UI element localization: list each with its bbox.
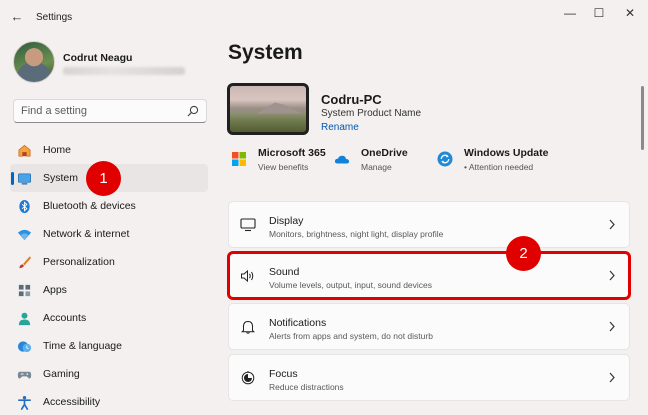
quick-link-subtitle: Manage (361, 162, 392, 172)
settings-card-focus[interactable]: Focus Reduce distractions (228, 354, 630, 401)
active-indicator (11, 172, 14, 185)
focus-icon (241, 371, 255, 385)
annotation-badge-1: 1 (86, 161, 121, 196)
time-language-icon (17, 341, 32, 353)
accessibility-icon (18, 395, 31, 410)
gaming-icon (17, 371, 32, 379)
rename-link[interactable]: Rename (321, 122, 359, 133)
quick-link-windows-update[interactable]: Windows Update • Attention needed (437, 147, 557, 177)
home-icon (18, 144, 31, 157)
user-profile[interactable]: Codrut Neagu (13, 41, 213, 85)
quick-link-title: OneDrive (361, 147, 408, 159)
page-title: System (228, 41, 303, 64)
chevron-right-icon (609, 219, 615, 230)
profile-email-redacted (63, 67, 185, 75)
quick-link-microsoft-365[interactable]: Microsoft 365 View benefits (231, 147, 331, 177)
settings-list: Display Monitors, brightness, night ligh… (227, 201, 631, 405)
sidebar-item-label: Gaming (43, 368, 80, 380)
window-title: Settings (36, 12, 73, 23)
sidebar-item-gaming[interactable]: Gaming (10, 360, 208, 388)
sidebar-item-label: Apps (43, 284, 67, 296)
quick-link-subtitle: View benefits (258, 162, 309, 172)
quick-link-subtitle: • Attention needed (464, 162, 534, 172)
sidebar-item-label: Network & internet (43, 228, 130, 240)
maximize-button[interactable]: ☐ (587, 4, 611, 22)
sidebar-item-apps[interactable]: Apps (10, 276, 208, 304)
sidebar-item-label: System (43, 172, 79, 184)
quick-link-title: Microsoft 365 (258, 147, 326, 159)
sidebar-item-label: Personalization (43, 256, 115, 268)
bell-icon (240, 320, 256, 334)
card-title: Sound (269, 266, 300, 278)
minimize-button[interactable]: — (558, 4, 582, 22)
sidebar-item-time-language[interactable]: Time & language (10, 332, 208, 360)
chevron-right-icon (609, 321, 615, 332)
settings-card-display[interactable]: Display Monitors, brightness, night ligh… (228, 201, 630, 248)
system-icon (18, 173, 31, 185)
quick-link-onedrive[interactable]: OneDrive Manage (334, 147, 434, 177)
device-name: Codru-PC (321, 92, 382, 107)
sidebar-item-label: Time & language (43, 340, 122, 352)
bluetooth-icon (19, 199, 30, 214)
close-button[interactable]: ✕ (618, 4, 642, 22)
chevron-right-icon (609, 372, 615, 383)
avatar (13, 41, 55, 83)
onedrive-icon (334, 155, 350, 164)
sound-icon (241, 269, 254, 283)
sidebar-item-label: Accessibility (43, 396, 101, 408)
accounts-icon (18, 312, 31, 326)
card-subtitle: Volume levels, output, input, sound devi… (269, 280, 433, 290)
sidebar-item-label: Bluetooth & devices (43, 200, 136, 212)
sidebar-item-label: Home (43, 144, 72, 156)
quick-link-title: Windows Update (464, 147, 549, 159)
settings-card-notifications[interactable]: Notifications Alerts from apps and syste… (228, 303, 630, 350)
back-button[interactable]: ← (8, 9, 26, 25)
card-title: Notifications (269, 317, 327, 329)
wallpaper-preview (230, 86, 306, 132)
sidebar-item-accessibility[interactable]: Accessibility (10, 388, 208, 415)
sidebar-item-bluetooth[interactable]: Bluetooth & devices (10, 192, 208, 220)
annotation-badge-2: 2 (506, 236, 541, 271)
profile-name: Codrut Neagu (63, 52, 133, 64)
device-thumbnail (227, 83, 309, 135)
apps-icon (18, 284, 31, 297)
sidebar-item-label: Accounts (43, 312, 87, 324)
sidebar-item-home[interactable]: Home (10, 136, 208, 164)
brush-icon (19, 256, 32, 269)
microsoft-365-icon (232, 152, 246, 166)
chevron-right-icon (609, 270, 615, 281)
card-subtitle: Alerts from apps and system, do not dist… (269, 331, 433, 341)
card-title: Display (269, 215, 304, 227)
sidebar-item-network[interactable]: Network & internet (10, 220, 208, 248)
card-subtitle: Monitors, brightness, night light, displ… (269, 229, 444, 239)
search-box[interactable] (13, 99, 207, 123)
search-icon (187, 105, 199, 117)
sidebar-item-personalization[interactable]: Personalization (10, 248, 208, 276)
display-icon (240, 218, 256, 232)
device-model: System Product Name (321, 108, 422, 119)
title-bar: ← Settings — ☐ ✕ (0, 0, 648, 34)
card-title: Focus (269, 368, 298, 380)
search-input[interactable] (21, 105, 181, 117)
scrollbar-thumb[interactable] (641, 86, 644, 150)
windows-update-icon (437, 151, 453, 167)
card-subtitle: Reduce distractions (269, 382, 344, 392)
wifi-icon (17, 229, 32, 241)
sidebar-item-accounts[interactable]: Accounts (10, 304, 208, 332)
settings-card-sound[interactable]: Sound Volume levels, output, input, soun… (227, 251, 631, 300)
